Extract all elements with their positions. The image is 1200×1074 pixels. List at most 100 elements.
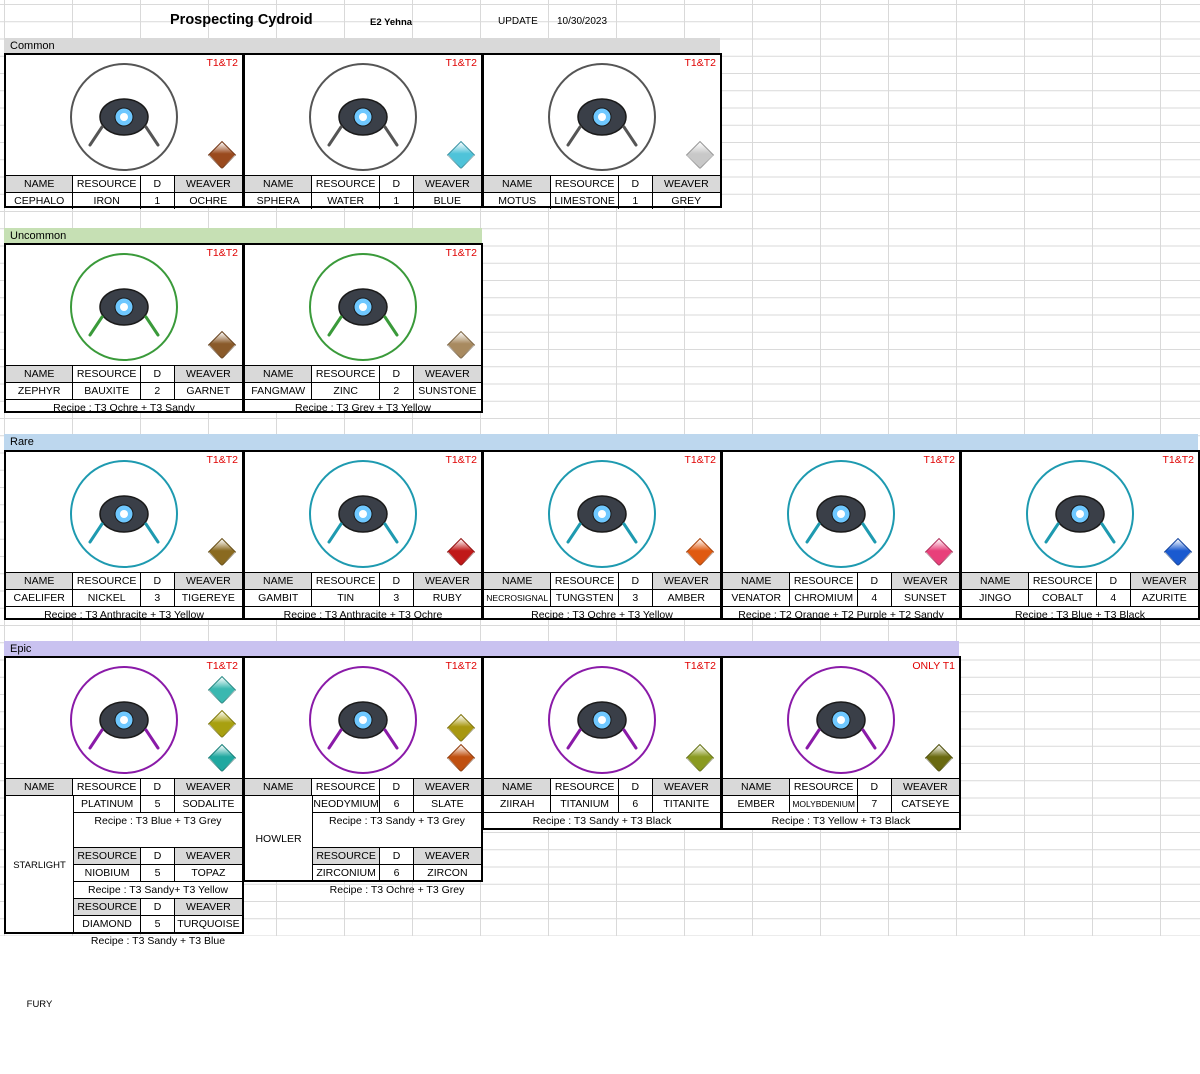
cydroid-robot-icon [327,98,399,147]
cydroid-portrait [309,63,417,171]
header-cell: D [380,846,414,864]
name-cell: FANGMAW [245,382,313,399]
cydroid-robot-icon [88,98,160,147]
weaver-cell: TIGEREYE [174,589,243,606]
table-row: DIAMOND 5 TURQUOISE [74,915,242,933]
value-cell: NIOBIUM [74,863,142,881]
resource-header: RESOURCE [73,365,141,382]
d-cell: 4 [857,589,892,606]
recipe-text: Recipe : T3 Sandy+ T3 Yellow [74,880,242,899]
recipe-text: Recipe : T3 Sandy + T3 Black [484,812,720,830]
cydroid-robot-icon [327,495,399,544]
resource-header: RESOURCE [1029,572,1097,589]
weaver-cell: RUBY [413,589,482,606]
cydroid-robot-icon [805,701,877,750]
cydroid-portrait [70,666,178,774]
header-cell: D [141,846,175,864]
d-header: D [140,175,175,192]
name-cell: HOWLER [245,795,313,882]
cydroid-portrait [548,63,656,171]
weaver-gem-icon [207,537,237,567]
header-cell: D [141,898,175,916]
name-header: NAME [245,572,313,589]
table-header-row: NAME RESOURCE D WEAVER [245,365,482,382]
d-header: D [1096,572,1131,589]
name-cell: CEPHALO [6,192,74,209]
resource-header: RESOURCE [73,175,141,192]
cydroid-portrait [1026,460,1134,568]
weaver-gem-icon [446,537,476,567]
resource-header: RESOURCE [551,175,619,192]
tier-label: T1&T2 [206,454,238,466]
name-cell: STARLIGHT FURY [6,795,74,1010]
d-cell: 1 [379,192,414,209]
cydroid-card-ember: ONLY T1 NAME RESOURCE D WEAVER EMBER MOLYBDENI… [721,656,961,830]
resource-cell: TUNGSTEN [551,589,619,606]
weaver-cell: CATSEYE [891,795,960,812]
weaver-header: WEAVER [413,175,482,192]
d-header: D [140,365,175,382]
d-header: D [140,778,175,795]
cydroid-robot-icon [805,495,877,544]
table-header-row: NAME RESOURCE D WEAVER [484,778,721,795]
weaver-gem-icon [1163,537,1193,567]
table-header-row: NAME RESOURCE D WEAVER [723,572,960,589]
name-header: NAME [484,175,552,192]
weaver-header: WEAVER [174,175,243,192]
d-cell: 1 [140,192,175,209]
recipe-text: Recipe : T3 Anthracite + T3 Yellow [6,606,242,624]
d-cell: 7 [857,795,892,812]
weaver-header: WEAVER [174,365,243,382]
weaver-header: WEAVER [891,572,960,589]
weaver-gem-icon [446,743,476,773]
resource-header: RESOURCE [312,572,380,589]
weaver-cell: AZURITE [1130,589,1199,606]
name-header: NAME [6,365,74,382]
table-header-row: RESOURCE D WEAVER [74,846,242,864]
section-uncommon: Uncommon [4,228,482,244]
table-row: CEPHALO IRON 1 OCHRE [6,192,243,209]
d-cell: 3 [379,589,414,606]
d-cell: 3 [618,589,653,606]
name-cell: SPHERA [245,192,313,209]
tier-label: T1&T2 [684,57,716,69]
section-common: Common [4,38,720,54]
weaver-cell: AMBER [652,589,721,606]
recipe-text: Recipe : T3 Blue + T3 Grey [74,812,242,830]
weaver-gem-icon [207,140,237,170]
weaver-header: WEAVER [652,778,721,795]
recipe-text: Recipe : T3 Sandy + T3 Grey [313,812,481,830]
value-cell: 6 [380,863,414,881]
weaver-header: WEAVER [413,365,482,382]
value-cell: ZIRCONIUM [313,863,381,881]
table-row: SPHERA WATER 1 BLUE [245,192,482,209]
cydroid-card: T1&T2 NAME RESOURCE D WEAVER NECROSIGNAL TUNGS… [482,450,722,621]
cydroid-card: T1&T2 NAME RESOURCE D WEAVER VENATOR CHROMIUM 4… [721,450,961,621]
value-cell: 6 [380,795,414,812]
cydroid-card: T1&T2 NAME RESOURCE D WEAVER FANGMAW ZINC 2 SUNS… [243,243,483,414]
d-header: D [618,175,653,192]
weaver-header: WEAVER [413,778,482,795]
resource-cell: WATER [312,192,380,209]
cydroid-robot-icon [327,701,399,750]
cydroid-card: T1&T2 NAME RESOURCE D WEAVER GAMBIT TIN 3 RUBY Re… [243,450,483,621]
recipe-text: Recipe : T3 Ochre + T3 Sandy [6,399,242,417]
weaver-cell: SUNSET [891,589,960,606]
name-header: NAME [6,778,74,795]
tier-label: T1&T2 [445,660,477,672]
d-header: D [379,778,414,795]
weaver-gem-icon [207,743,237,773]
header-cell: RESOURCE [74,898,142,916]
table-row: NECROSIGNAL TUNGSTEN 3 AMBER [484,589,721,606]
resource-cell: BAUXITE [73,382,141,399]
cydroid-robot-icon [88,701,160,750]
table-header-row: NAME RESOURCE D WEAVER [6,365,243,382]
resource-cell: CHROMIUM [790,589,858,606]
table-row: VENATOR CHROMIUM 4 SUNSET [723,589,960,606]
sheet-title: Prospecting Cydroid [170,12,313,28]
resource-header: RESOURCE [312,778,380,795]
cydroid-portrait [787,666,895,774]
header-cell: RESOURCE [74,846,142,864]
weaver-cell: BLUE [413,192,482,209]
tier-label: T1&T2 [1162,454,1194,466]
